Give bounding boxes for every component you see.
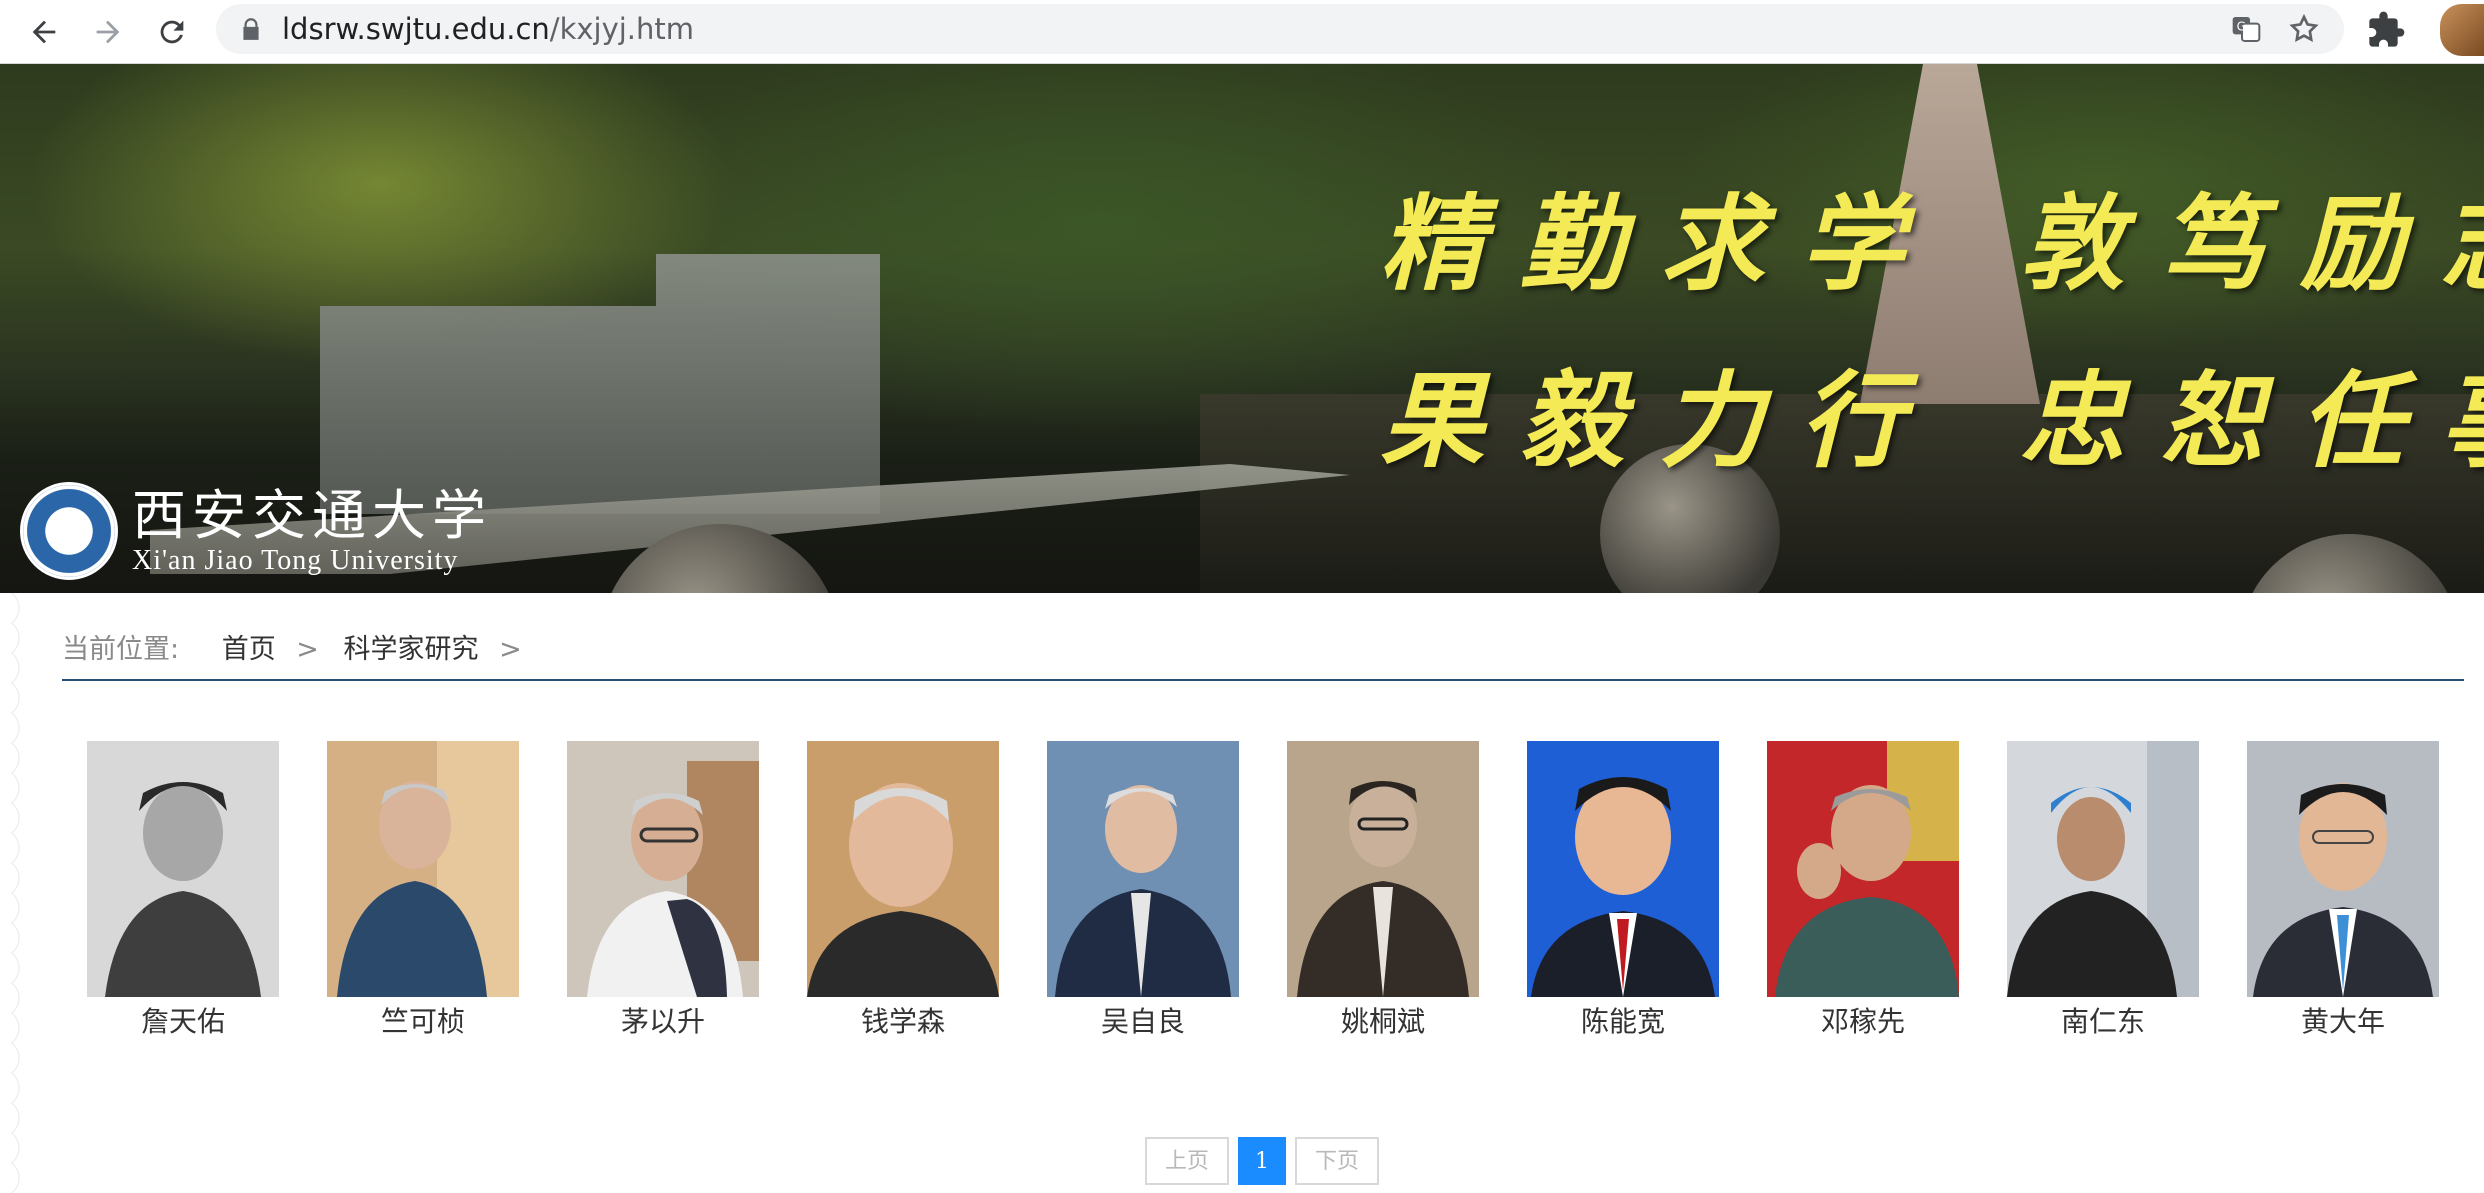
scientist-portrait[interactable]: [2007, 741, 2199, 997]
breadcrumb-home-link[interactable]: 首页: [222, 634, 276, 665]
breadcrumb-separator: >: [296, 634, 319, 665]
url-text[interactable]: ldsrw.swjtu.edu.cn/kxjyj.htm: [282, 4, 694, 54]
logo-english-name: Xi'an Jiao Tong University: [132, 545, 459, 576]
extensions-puzzle-icon[interactable]: [2366, 10, 2406, 50]
scientist-name[interactable]: 邓稼先: [1767, 1003, 1959, 1041]
banner-fountain: [320, 254, 880, 514]
scientist-name[interactable]: 钱学森: [807, 1003, 999, 1041]
scientist-portrait[interactable]: [1527, 741, 1719, 997]
scientist-name[interactable]: 竺可桢: [327, 1003, 519, 1041]
breadcrumb: 当前位置: 首页 > 科学家研究 >: [62, 628, 538, 672]
scientist-name[interactable]: 黄大年: [2247, 1003, 2439, 1041]
prev-page-button[interactable]: 上页: [1145, 1137, 1229, 1185]
scientist-grid: 詹天佑 竺可桢 茅以升 钱学森 吴自良 姚桐斌 陈能宽 邓稼先 南仁东 黄大年: [87, 741, 2457, 1051]
browser-toolbar: ldsrw.swjtu.edu.cn/kxjyj.htm G: [0, 0, 2484, 64]
breadcrumb-label: 当前位置:: [62, 634, 180, 665]
scientist-card[interactable]: 姚桐斌: [1287, 741, 1479, 1041]
motto-line-1: 精勤求学敦笃励志: [1380, 159, 2484, 310]
current-page-button[interactable]: 1: [1238, 1137, 1286, 1185]
scientist-portrait[interactable]: [567, 741, 759, 997]
breadcrumb-current-link[interactable]: 科学家研究: [344, 634, 479, 665]
hero-banner: 精勤求学敦笃励志 果毅力行忠恕任事 西安交通大学 Xi'an Jiao Tong…: [0, 64, 2484, 593]
scientist-name[interactable]: 吴自良: [1047, 1003, 1239, 1041]
scientist-name[interactable]: 茅以升: [567, 1003, 759, 1041]
scientist-card[interactable]: 茅以升: [567, 741, 759, 1041]
arrow-left-icon: [32, 20, 56, 44]
motto-phrase: 忠恕任事: [2020, 359, 2484, 482]
pagination: 上页 1 下页: [1145, 1137, 1379, 1185]
svg-text:G: G: [2237, 19, 2246, 33]
scientist-card[interactable]: 邓稼先: [1767, 741, 1959, 1041]
decorative-wave-pattern: [0, 593, 44, 1193]
scientist-name[interactable]: 陈能宽: [1527, 1003, 1719, 1041]
motto-phrase: 敦笃励志: [2020, 182, 2484, 305]
forward-button[interactable]: [82, 6, 134, 58]
university-logo[interactable]: 西安交通大学 Xi'an Jiao Tong University: [20, 482, 492, 580]
motto-line-2: 果毅力行忠恕任事: [1380, 336, 2484, 487]
scientist-portrait[interactable]: [2247, 741, 2439, 997]
scientist-card[interactable]: 陈能宽: [1527, 741, 1719, 1041]
bookmark-star-icon[interactable]: [2288, 13, 2320, 45]
reload-button[interactable]: [146, 6, 198, 58]
scientist-portrait[interactable]: [327, 741, 519, 997]
scientist-card[interactable]: 南仁东: [2007, 741, 2199, 1041]
motto-phrase: 果毅力行: [1380, 359, 1941, 482]
scientist-portrait[interactable]: [1287, 741, 1479, 997]
scientist-portrait[interactable]: [87, 741, 279, 997]
back-button[interactable]: [18, 6, 70, 58]
scientist-card[interactable]: 竺可桢: [327, 741, 519, 1041]
scientist-name[interactable]: 姚桐斌: [1287, 1003, 1479, 1041]
scientist-name[interactable]: 南仁东: [2007, 1003, 2199, 1041]
url-domain: ldsrw.swjtu.edu.cn: [282, 12, 550, 46]
reload-icon: [160, 20, 184, 44]
arrow-right-icon: [96, 20, 120, 44]
url-path: /kxjyj.htm: [549, 12, 695, 46]
lock-icon: [243, 18, 259, 40]
scientist-card[interactable]: 钱学森: [807, 741, 999, 1041]
logo-chinese-name: 西安交通大学: [132, 484, 492, 547]
scientist-portrait[interactable]: [1047, 741, 1239, 997]
breadcrumb-separator: >: [499, 634, 522, 665]
scientist-name[interactable]: 詹天佑: [87, 1003, 279, 1041]
motto-phrase: 精勤求学: [1380, 182, 1941, 305]
address-bar[interactable]: ldsrw.swjtu.edu.cn/kxjyj.htm G: [216, 4, 2344, 54]
breadcrumb-divider: [62, 679, 2464, 681]
next-page-button[interactable]: 下页: [1295, 1137, 1379, 1185]
scientist-card[interactable]: 吴自良: [1047, 741, 1239, 1041]
translate-icon[interactable]: G: [2230, 13, 2262, 45]
scientist-card[interactable]: 詹天佑: [87, 741, 279, 1041]
university-emblem-icon: [20, 482, 118, 580]
profile-avatar[interactable]: [2440, 4, 2484, 56]
scientist-portrait[interactable]: [807, 741, 999, 997]
scientist-card[interactable]: 黄大年: [2247, 741, 2439, 1041]
scientist-portrait[interactable]: [1767, 741, 1959, 997]
